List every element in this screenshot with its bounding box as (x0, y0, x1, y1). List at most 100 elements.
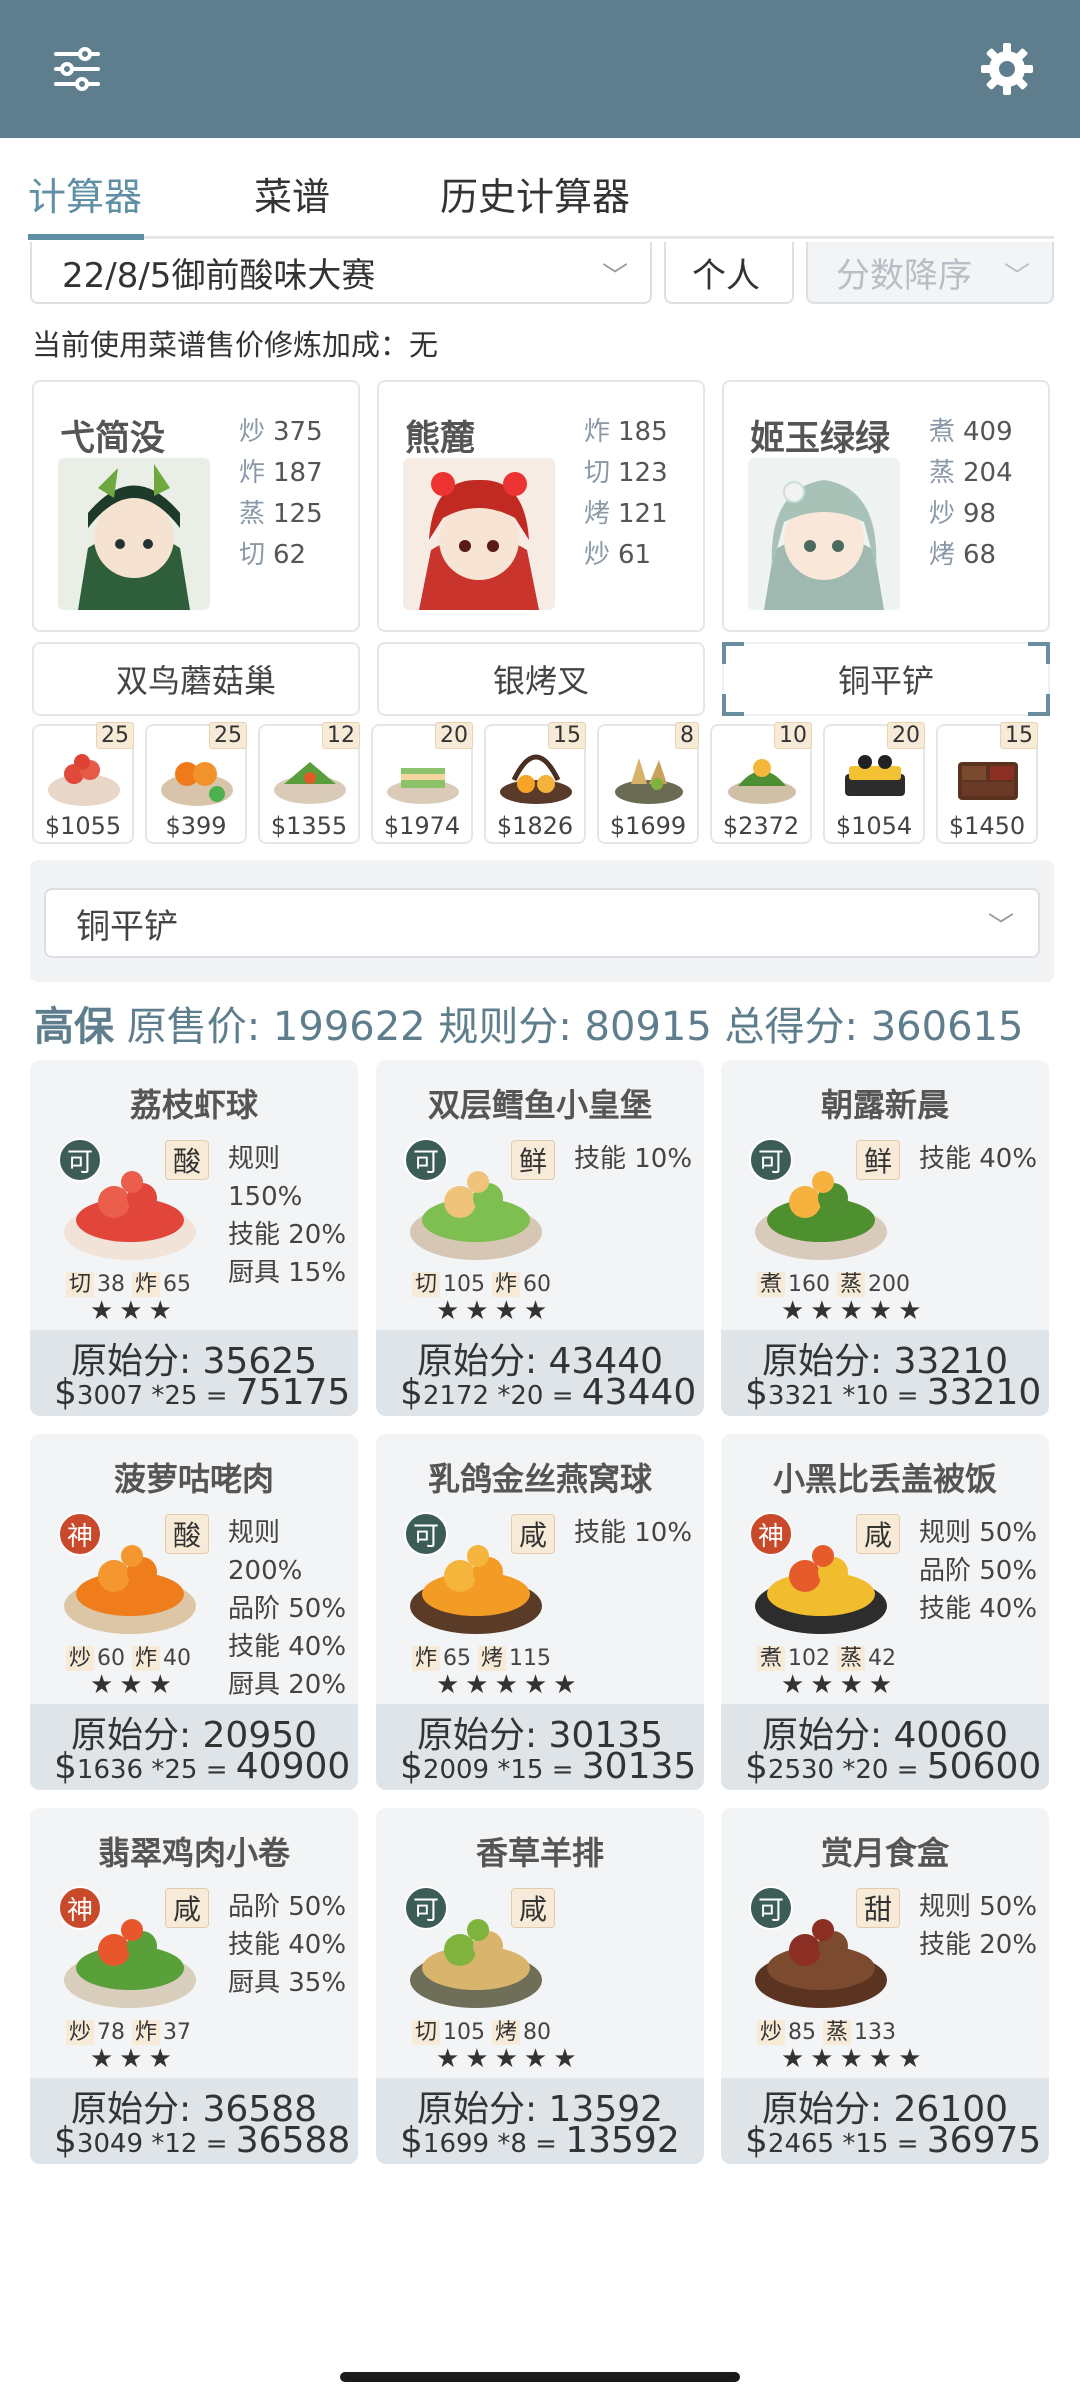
skill-value: 105 (443, 2020, 486, 2045)
price-calc: $2465 *15 = 36975 (745, 2120, 1041, 2161)
recipe-title: 荔枝虾球 (129, 1086, 258, 1124)
tab-calculator[interactable]: 计算器 (28, 166, 142, 221)
sort-select[interactable]: 分数降序 ﹀ (806, 242, 1054, 304)
quantity-multiplier: *10 (842, 1381, 889, 1411)
mode-select[interactable]: 个人 (664, 242, 794, 304)
rarity-badge: 神 (58, 1886, 102, 1930)
orig-price-value: 199622 (272, 1004, 426, 1050)
dish-icon[interactable]: 15 $1826 (484, 722, 586, 844)
price-bonus-text: 当前使用菜谱售价修炼加成：无 (32, 328, 439, 362)
quantity-multiplier: *20 (842, 1755, 889, 1785)
recipe-title: 小黑比丢盖被饭 (772, 1460, 997, 1498)
equipment-dropdown[interactable]: 铜平铲 ﹀ (44, 888, 1040, 958)
recipe-card[interactable]: 荔枝虾球 可 酸 规则 150% 技能 20% 厨具 15% 切 38 炸 65 ★★★… (30, 1060, 358, 1416)
star-rating: ★★★★ (781, 1670, 899, 1700)
skill-type: 烤 (478, 1646, 507, 1671)
dish-quantity: 15 (1000, 722, 1038, 749)
recipe-card[interactable]: 小黑比丢盖被饭 神 咸 规则 50% 品阶 50% 技能 40% 煮 102 蒸 42 … (721, 1434, 1049, 1790)
selection-corner (722, 642, 744, 664)
rule-bonus: 技能 20% (919, 1930, 1038, 1960)
recipe-card[interactable]: 赏月食盒 可 甜 规则 50% 技能 20% 炒 85 蒸 133 ★★★★★ 原始分… (721, 1808, 1049, 2164)
recipe-card[interactable]: 翡翠鸡肉小卷 神 咸 品阶 50% 技能 40% 厨具 35% 炒 78 炸 37 ★★… (30, 1808, 358, 2164)
contest-selector-row: 22/8/5御前酸味大赛 ﹀ 个人 分数降序 ﹀ (0, 242, 1080, 306)
chevron-down-icon: ﹀ (1003, 262, 1030, 292)
chef-skills: 炸 185 切 123 烤 121 炒 61 (584, 417, 668, 570)
rarity-badge: 可 (404, 1512, 448, 1556)
flavor-tag: 咸 (511, 1514, 555, 1554)
chef-name: 熊麓 (405, 419, 476, 459)
flavor-tag: 鲜 (856, 1140, 900, 1180)
dollar-sign: $ (745, 1372, 768, 1413)
recipe-card[interactable]: 菠萝咕咾肉 神 酸 规则 200% 品阶 50% 技能 40% 厨具 20% 炒 60 … (30, 1434, 358, 1790)
tab-recipes[interactable]: 菜谱 (254, 166, 330, 221)
recipe-skills: 炸 65 烤 115 (412, 1640, 551, 1672)
dish-icon[interactable]: 8 $1699 (597, 722, 699, 844)
tab-active-indicator (28, 234, 144, 240)
skill-value: 37 (163, 2020, 192, 2045)
dish-icon[interactable]: 15 $1450 (936, 722, 1038, 844)
recipe-title: 菠萝咕咾肉 (113, 1460, 274, 1498)
flavor-tag: 咸 (511, 1888, 555, 1928)
recipe-card[interactable]: 朝露新晨 可 鲜 技能 40% 煮 160 蒸 200 ★★★★★ 原始分: 332… (721, 1060, 1049, 1416)
dish-quantity: 20 (887, 722, 925, 749)
skill-value: 65 (443, 1646, 472, 1671)
skill-value: 160 (788, 1272, 831, 1297)
chef-card[interactable]: 熊麓 炸 185 切 123 烤 121 炒 61 (377, 380, 705, 632)
dollar-sign: $ (745, 1746, 768, 1787)
skill-value: 115 (509, 1646, 552, 1671)
quantity-multiplier: *20 (497, 1381, 544, 1411)
skill-value: 85 (788, 2020, 817, 2045)
recipe-card[interactable]: 双层鳕鱼小皇堡 可 鲜 技能 10% 切 105 炸 60 ★★★★ 原始分: 43… (376, 1060, 704, 1416)
dish-price: $2372 (722, 812, 800, 840)
recipe-skills: 切 105 炸 60 (412, 1266, 551, 1298)
equals-sign: = (896, 2129, 927, 2159)
quantity-multiplier: *12 (151, 2129, 198, 2159)
rule-bonus-list: 品阶 50% 技能 40% 厨具 35% (228, 1888, 346, 2002)
home-indicator[interactable] (340, 2372, 740, 2382)
skill-type: 炸 (132, 1646, 161, 1671)
skill-type: 切 (412, 1272, 441, 1297)
score-box: 原始分: 26100 $2465 *15 = 36975 (721, 2078, 1049, 2164)
gear-icon[interactable] (972, 34, 1042, 104)
equipment-slot-selected[interactable]: 铜平铲 (722, 642, 1050, 716)
dish-icon[interactable]: 25 $1055 (32, 722, 134, 844)
rarity-badge: 可 (404, 1138, 448, 1182)
skill-type: 蒸 (823, 2020, 852, 2045)
dollar-sign: $ (54, 2120, 77, 2161)
recipe-card[interactable]: 乳鸽金丝燕窝球 可 咸 技能 10% 炸 65 烤 115 ★★★★★ 原始分: 3… (376, 1434, 704, 1790)
total-score-label: 总得分: (724, 1004, 858, 1050)
skill-value: 133 (854, 2020, 897, 2045)
recipe-title: 赏月食盒 (820, 1834, 949, 1872)
dish-icon[interactable]: 20 $1054 (823, 722, 925, 844)
dish-icon[interactable]: 10 $2372 (710, 722, 812, 844)
equipment-slot[interactable]: 银烤叉 (377, 642, 705, 716)
rule-bonus-list: 技能 10% (574, 1140, 692, 1178)
unit-price: 1699 (422, 2129, 490, 2159)
rarity-badge: 可 (404, 1886, 448, 1930)
rule-bonus-list: 规则 50% 技能 20% (919, 1888, 1037, 1964)
skill-type: 切 (412, 2020, 441, 2045)
rule-bonus: 规则 150% (228, 1144, 303, 1212)
skill-type: 炒 (66, 1646, 95, 1671)
skill-type: 炸 (412, 1646, 441, 1671)
equipment-slot-label: 铜平铲 (837, 662, 934, 700)
dish-icon[interactable]: 20 $1974 (371, 722, 473, 844)
dish-icon[interactable]: 25 $399 (145, 722, 247, 844)
contest-select[interactable]: 22/8/5御前酸味大赛 ﹀ (30, 242, 652, 304)
rule-bonus: 技能 10% (574, 1144, 693, 1174)
dish-quantity: 8 (675, 722, 699, 749)
chef-avatar (58, 458, 210, 610)
sliders-icon[interactable] (42, 34, 112, 104)
flavor-tag: 咸 (856, 1514, 900, 1554)
recipe-card[interactable]: 香草羊排 可 咸 切 105 烤 80 ★★★★★ 原始分: 13592 $16… (376, 1808, 704, 2164)
chef-card[interactable]: 姬玉绿绿 煮 409 蒸 204 炒 98 烤 68 (722, 380, 1050, 632)
flavor-tag: 咸 (165, 1888, 209, 1928)
recipe-title: 朝露新晨 (820, 1086, 949, 1124)
chef-avatar (748, 458, 900, 610)
rule-score-label: 规则分: (438, 1004, 572, 1050)
chef-card[interactable]: 弋简没 炒 375 炸 187 蒸 125 切 62 (32, 380, 360, 632)
dish-icon[interactable]: 12 $1355 (258, 722, 360, 844)
tab-history-calculator[interactable]: 历史计算器 (440, 166, 630, 221)
rule-bonus-list: 规则 50% 品阶 50% 技能 40% (919, 1514, 1037, 1628)
equipment-slot[interactable]: 双鸟蘑菇巢 (32, 642, 360, 716)
